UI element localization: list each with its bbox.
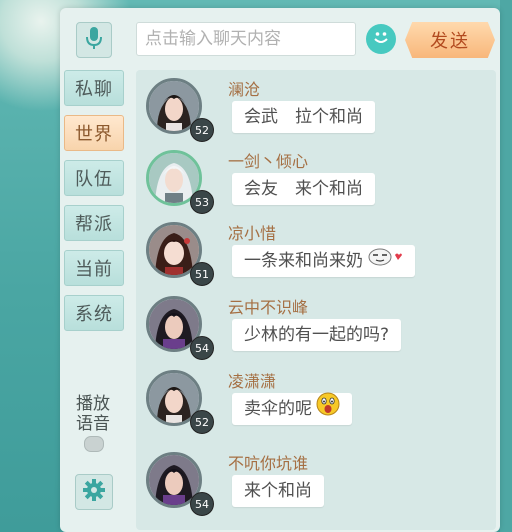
chat-input[interactable]: 点击输入聊天内容 <box>136 22 356 56</box>
tab-team[interactable]: 队伍 <box>64 160 124 196</box>
level-badge: 53 <box>190 190 214 214</box>
message-bubble: 会友 来个和尚 <box>232 173 375 205</box>
level-badge: 52 <box>190 410 214 434</box>
message-text: 会友 来个和尚 <box>244 179 363 199</box>
background-edge <box>500 0 512 532</box>
message-bubble: 少林的有一起的吗? <box>232 319 402 351</box>
sender-name[interactable]: 一剑丶倾心 <box>228 148 308 172</box>
tab-system[interactable]: 系统 <box>64 295 124 331</box>
avatar[interactable]: 54 <box>146 452 214 516</box>
gear-icon <box>82 478 106 506</box>
tab-private[interactable]: 私聊 <box>64 70 124 106</box>
sender-name[interactable]: 凌潇潇 <box>228 368 276 392</box>
tab-guild[interactable]: 帮派 <box>64 205 124 241</box>
message-text: 一条来和尚来奶 <box>244 251 363 271</box>
avatar[interactable]: 54 <box>146 296 214 360</box>
sender-name[interactable]: 澜沧 <box>228 76 260 100</box>
message-bubble: 卖伞的呢 <box>232 392 352 427</box>
chat-message: 53 一剑丶倾心 会友 来个和尚 <box>136 150 496 224</box>
message-bubble: 来个和尚 <box>232 475 324 507</box>
level-badge: 51 <box>190 262 214 286</box>
shy-face-emoji-icon <box>367 245 403 278</box>
emoji-button[interactable] <box>366 24 396 54</box>
play-voice-label: 播放 语音 <box>72 394 114 434</box>
chat-message: 54 云中不识峰 少林的有一起的吗? <box>136 296 496 370</box>
send-button[interactable]: 发送 <box>405 22 495 58</box>
message-text: 会武 拉个和尚 <box>244 107 363 127</box>
avatar[interactable]: 52 <box>146 78 214 142</box>
level-badge: 52 <box>190 118 214 142</box>
shocked-face-emoji-icon <box>316 392 340 427</box>
chat-message: 54 不吭你坑谁 来个和尚 <box>136 452 496 526</box>
settings-button[interactable] <box>75 474 113 510</box>
tab-current[interactable]: 当前 <box>64 250 124 286</box>
sender-name[interactable]: 不吭你坑谁 <box>228 450 308 474</box>
chat-message: 51 凉小惜 一条来和尚来奶 <box>136 222 496 296</box>
message-text: 少林的有一起的吗? <box>244 325 390 345</box>
voice-label-line1: 播放 <box>76 394 110 414</box>
message-text: 卖伞的呢 <box>244 399 312 419</box>
sender-name[interactable]: 凉小惜 <box>228 220 276 244</box>
message-bubble: 一条来和尚来奶 <box>232 245 415 277</box>
avatar[interactable]: 53 <box>146 150 214 214</box>
chat-message: 52 凌潇潇 卖伞的呢 <box>136 370 496 444</box>
microphone-icon <box>85 26 103 54</box>
tab-world[interactable]: 世界 <box>64 115 124 151</box>
chat-message: 52 澜沧 会武 拉个和尚 <box>136 78 496 152</box>
play-voice-toggle[interactable] <box>84 436 104 452</box>
level-badge: 54 <box>190 336 214 360</box>
level-badge: 54 <box>190 492 214 516</box>
avatar[interactable]: 52 <box>146 370 214 434</box>
voice-label-line2: 语音 <box>76 414 110 434</box>
message-text: 来个和尚 <box>244 481 312 501</box>
message-bubble: 会武 拉个和尚 <box>232 101 375 133</box>
sender-name[interactable]: 云中不识峰 <box>228 294 308 318</box>
smiley-icon <box>370 26 392 52</box>
chat-message-list[interactable]: 52 澜沧 会武 拉个和尚 53 一剑丶倾心 会友 来个和尚 51 凉小惜 一条… <box>136 70 496 530</box>
avatar[interactable]: 51 <box>146 222 214 286</box>
voice-input-button[interactable] <box>76 22 112 58</box>
